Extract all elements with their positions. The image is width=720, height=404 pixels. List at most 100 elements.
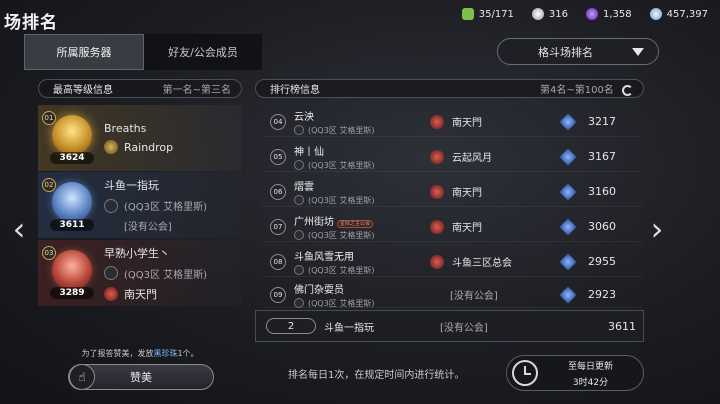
guild-name: 南天門 bbox=[452, 188, 482, 199]
daily-update-timer: 至每日更新 3时42分 bbox=[506, 355, 644, 391]
ranking-row[interactable]: 07 广州街坊 星际之主公会 (QQ3区 艾格里斯) 南天門 3060 bbox=[262, 212, 642, 242]
guild-name: [没有公会] bbox=[124, 222, 172, 233]
page-title: 场排名 bbox=[4, 13, 58, 33]
daily-update-title: 至每日更新 bbox=[567, 361, 613, 372]
player-name: 熠雲 bbox=[294, 181, 314, 193]
rank-number: 03 bbox=[42, 246, 56, 260]
player-info: Breaths Raindrop bbox=[104, 122, 242, 154]
praise-button[interactable]: ☝ 赞美 bbox=[68, 364, 214, 390]
gamepad-icon bbox=[294, 298, 304, 308]
rank-number: 02 bbox=[42, 178, 56, 192]
tier-icon bbox=[559, 253, 577, 270]
ranking-row[interactable]: 09 佛门杂耍员 (QQ3区 艾格里斯) [没有公会] 2923 bbox=[262, 282, 642, 308]
gamepad-icon bbox=[104, 198, 118, 213]
purple-gem-icon bbox=[586, 8, 598, 20]
tier-icon bbox=[559, 113, 577, 130]
player-server: (QQ3区 艾格里斯) bbox=[308, 265, 375, 275]
chevron-down-icon bbox=[632, 47, 644, 56]
diamond-icon bbox=[649, 8, 662, 20]
top-rank-card-1[interactable]: 01 3624 Breaths Raindrop bbox=[38, 105, 242, 171]
my-guild-name: [没有公会] bbox=[440, 322, 488, 334]
guild-emblem-icon bbox=[430, 184, 444, 199]
ranking-row[interactable]: 08 斗鱼风雪无用 (QQ3区 艾格里斯) 斗鱼三区总会 2955 bbox=[262, 247, 642, 277]
rank-number: 06 bbox=[270, 183, 286, 200]
guild-name: 斗鱼三区总会 bbox=[452, 258, 512, 269]
rank-score: 3289 bbox=[50, 287, 94, 299]
currency-stamina: 35/171 bbox=[461, 8, 514, 20]
player-info: 早熟小学生丶 (QQ3区 艾格里斯) 南天門 bbox=[104, 245, 242, 302]
ranking-row[interactable]: 06 熠雲 (QQ3区 艾格里斯) 南天門 3160 bbox=[262, 177, 642, 207]
bronze-medal-icon bbox=[52, 250, 92, 290]
gamepad-icon bbox=[294, 195, 304, 205]
rank-score: 3611 bbox=[50, 219, 94, 231]
stamina-icon bbox=[461, 8, 474, 20]
praise-reward-note: 为了报答赞美，发放黑珍珠1个。 bbox=[38, 348, 242, 359]
ranking-type-dropdown[interactable]: 格斗场排名 bbox=[497, 38, 659, 65]
top-rank-card-2[interactable]: 02 3611 斗鱼一指玩 (QQ3区 艾格里斯) [没有公会] bbox=[38, 172, 242, 238]
player-info: 神丨仙 (QQ3区 艾格里斯) bbox=[294, 143, 412, 171]
currency-value: 457,397 bbox=[666, 8, 708, 20]
guild-emblem-icon bbox=[430, 149, 444, 164]
refresh-icon[interactable] bbox=[622, 84, 633, 96]
currency-silver: 316 bbox=[531, 8, 568, 20]
tier-icon bbox=[559, 286, 577, 303]
player-info: 斗鱼风雪无用 (QQ3区 艾格里斯) bbox=[294, 248, 412, 276]
player-info: 广州街坊 星际之主公会 (QQ3区 艾格里斯) bbox=[294, 213, 412, 241]
player-server: (QQ3区 艾格里斯) bbox=[308, 125, 375, 135]
my-ranking-row: 2 斗鱼一指玩 [没有公会] 3611 bbox=[255, 310, 644, 342]
guild-name: [没有公会] bbox=[450, 291, 498, 302]
player-name: 广州街坊 bbox=[294, 216, 334, 228]
guild-emblem-icon bbox=[430, 219, 444, 234]
player-score: 3217 bbox=[588, 115, 616, 128]
rank-number: 01 bbox=[42, 111, 56, 125]
tab-own-server[interactable]: 所属服务器 bbox=[24, 34, 144, 70]
guild-name: 南天門 bbox=[452, 118, 482, 129]
player-score: 3060 bbox=[588, 220, 616, 233]
guild-emblem-icon bbox=[104, 286, 118, 301]
guild-name: 云起风月 bbox=[452, 153, 492, 164]
ranking-row[interactable]: 04 云泱 (QQ3区 艾格里斯) 南天門 3217 bbox=[262, 107, 642, 137]
thumbs-up-icon: ☝ bbox=[69, 364, 95, 390]
ranking-range-wrap: 第4名~第100名 bbox=[540, 81, 633, 96]
player-info: 熠雲 (QQ3区 艾格里斯) bbox=[294, 178, 412, 206]
player-info: 云泱 (QQ3区 艾格里斯) bbox=[294, 108, 412, 136]
ranking-title: 排行榜信息 bbox=[270, 85, 320, 96]
player-server: (QQ3区 艾格里斯) bbox=[124, 202, 208, 213]
player-name: Breaths bbox=[104, 122, 147, 135]
my-player-name: 斗鱼一指玩 bbox=[324, 322, 374, 334]
chevron-right-icon[interactable]: › bbox=[650, 210, 664, 248]
player-score: 3167 bbox=[588, 150, 616, 163]
guild-name: Raindrop bbox=[124, 140, 174, 154]
currency-diamond: 457,397 bbox=[649, 8, 708, 20]
currency-bar: 35/171 316 1,358 457,397 bbox=[461, 8, 708, 20]
top-rank-title: 最高等级信息 bbox=[53, 85, 113, 96]
tier-icon bbox=[559, 183, 577, 200]
praise-note-text: 为了报答赞美，发放 bbox=[81, 349, 154, 358]
rank-score: 3624 bbox=[50, 152, 94, 164]
currency-value: 1,358 bbox=[603, 8, 632, 20]
player-score: 3160 bbox=[588, 185, 616, 198]
ranking-row[interactable]: 05 神丨仙 (QQ3区 艾格里斯) 云起风月 3167 bbox=[262, 142, 642, 172]
currency-value: 35/171 bbox=[478, 8, 514, 20]
tier-icon bbox=[559, 218, 577, 235]
player-server: (QQ3区 艾格里斯) bbox=[124, 269, 208, 281]
player-score: 2923 bbox=[588, 288, 616, 301]
rank-number: 04 bbox=[270, 113, 286, 130]
gamepad-icon bbox=[294, 265, 304, 275]
rank-number: 09 bbox=[270, 286, 286, 303]
ranking-header: 排行榜信息 第4名~第100名 bbox=[255, 79, 644, 98]
tab-friends-guild[interactable]: 好友/公会成员 bbox=[144, 34, 262, 70]
rank-badge: 02 3611 bbox=[38, 172, 104, 238]
ranking-range: 第4名~第100名 bbox=[539, 85, 614, 96]
my-score: 3611 bbox=[608, 319, 636, 333]
player-name: 佛门杂耍员 bbox=[294, 284, 344, 296]
dropdown-label: 格斗场排名 bbox=[538, 45, 593, 59]
my-rank-number: 2 bbox=[266, 318, 316, 334]
top-rank-card-3[interactable]: 03 3289 早熟小学生丶 (QQ3区 艾格里斯) 南天門 bbox=[38, 240, 242, 306]
rank-badge: 03 3289 bbox=[38, 240, 104, 306]
rank-number: 08 bbox=[270, 253, 286, 270]
chevron-left-icon[interactable]: ‹ bbox=[12, 210, 26, 248]
player-score: 2955 bbox=[588, 255, 616, 268]
ranking-update-note: 排名每日1次，在规定时间内进行统计。 bbox=[288, 370, 465, 381]
guild-name: 南天門 bbox=[124, 287, 157, 301]
